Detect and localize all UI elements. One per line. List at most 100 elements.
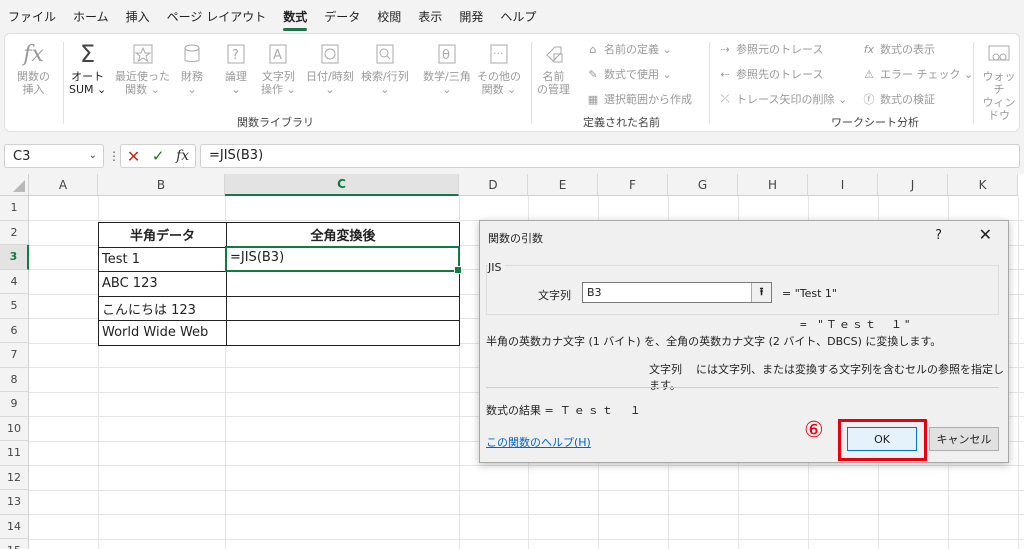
ellipsis-icon: ··· — [486, 40, 512, 68]
theta-icon: θ — [434, 40, 460, 68]
magnifier-icon — [372, 40, 398, 68]
autosum-button[interactable]: Σ オート SUM ⌄ — [69, 39, 106, 97]
text-a-icon: A — [265, 40, 291, 68]
data-table: 半角データ 全角変換後 Test 1 ABC 123 こんにちは 123 Wor… — [98, 222, 460, 346]
formula-input[interactable]: =JIS(B3) — [200, 144, 1020, 168]
function-description: 半角の英数カナ文字 (1 バイト) を、全角の英数カナ文字 (2 バイト、DBC… — [486, 335, 942, 348]
clock-icon — [317, 40, 343, 68]
star-icon — [130, 40, 156, 68]
function-help-link[interactable]: この関数のヘルプ(H) — [486, 434, 591, 450]
menu-view[interactable]: 表示 — [418, 8, 442, 25]
svg-text:?: ? — [232, 48, 239, 63]
argument-value: = "Test 1" — [782, 287, 837, 300]
question-icon: ? — [223, 40, 249, 68]
function-name: JIS — [488, 261, 506, 274]
cell-b4[interactable]: ABC 123 — [98, 271, 227, 297]
cell-c6[interactable] — [226, 320, 460, 346]
group-defined-names: 定義された名前 — [583, 116, 660, 129]
formula-result: 数式の結果 = Ｔｅｓｔ １ — [486, 404, 644, 417]
recent-functions-button[interactable]: 最近使った 関数 ⌄ — [115, 40, 170, 96]
formula-tag-icon: ✎ — [588, 67, 598, 81]
table-row: こんにちは 123 — [98, 295, 460, 321]
formula-controls: ✕ ✓ fx — [120, 144, 196, 168]
cell-b6[interactable]: World Wide Web — [98, 320, 227, 346]
menu-data[interactable]: データ — [324, 8, 360, 25]
financial-button[interactable]: 財務 ⌄ — [179, 40, 205, 96]
menu-developer[interactable]: 開発 — [459, 8, 483, 25]
lookup-button[interactable]: 検索/行列 ⌄ — [361, 40, 409, 96]
trace-dependents-button[interactable]: ⇠ 参照先のトレース — [717, 65, 823, 83]
table-row: ABC 123 — [98, 271, 460, 297]
cancel-icon[interactable]: ✕ — [127, 147, 140, 166]
active-cell-c3[interactable]: =JIS(B3) — [225, 246, 462, 274]
evaluate-icon: ⓕ — [863, 93, 875, 106]
argument-input[interactable]: B3 — [582, 282, 772, 303]
use-in-formula-button[interactable]: ✎ 数式で使用 ⌄ — [585, 65, 671, 83]
sigma-icon: Σ — [80, 39, 96, 68]
watch-window-button[interactable]: ウォッチ ウィンドウ — [979, 40, 1019, 122]
menu-page-layout[interactable]: ページ レイアウト — [167, 8, 267, 25]
menu-insert[interactable]: 挿入 — [126, 8, 150, 25]
function-result-preview: = "Ｔｅｓｔ １" — [800, 318, 913, 331]
text-functions-button[interactable]: A 文字列 操作 ⌄ — [261, 40, 296, 96]
remove-arrows-button[interactable]: ⤫ トレース矢印の削除 ⌄ — [717, 90, 848, 108]
glasses-icon — [986, 40, 1012, 68]
help-icon[interactable]: ? — [935, 228, 942, 243]
svg-text:···: ··· — [493, 47, 504, 60]
insert-function-button[interactable]: fx 関数の 挿入 — [17, 40, 50, 96]
warning-icon: ⚠ — [864, 67, 874, 81]
close-icon[interactable]: ✕ — [979, 225, 992, 244]
menu-file[interactable]: ファイル — [8, 8, 56, 25]
chevron-down-icon[interactable]: ⌄ — [89, 150, 97, 161]
name-box[interactable]: C3 ⌄ — [4, 144, 104, 168]
excel-window: ファイル ホーム 挿入 ページ レイアウト 数式 データ 校閲 表示 開発 ヘル… — [0, 0, 1024, 549]
menu-home[interactable]: ホーム — [73, 8, 109, 25]
create-from-selection-button[interactable]: ▦ 選択範囲から作成 — [585, 90, 692, 108]
function-arguments-dialog: 関数の引数 ? ✕ JIS 文字列 B3 ⭱ = "Test 1" = "Ｔｅｓ… — [479, 220, 1009, 463]
show-formulas-button[interactable]: fx 数式の表示 — [861, 40, 935, 58]
check-icon[interactable]: ✓ — [152, 147, 165, 165]
name-manager-button[interactable]: 名前 の管理 — [537, 40, 570, 96]
cancel-button[interactable]: キャンセル — [929, 427, 999, 451]
formula-bar-handle[interactable]: ⋮ — [108, 149, 120, 163]
cell-b3[interactable]: Test 1 — [98, 246, 227, 272]
error-checking-button[interactable]: ⚠ エラー チェック ⌄ — [861, 65, 973, 83]
header-zenkaku[interactable]: 全角変換後 — [226, 222, 460, 248]
evaluate-formula-button[interactable]: ⓕ 数式の検証 — [861, 90, 936, 108]
fx-icon: fx — [23, 41, 44, 67]
cell-c5[interactable] — [226, 295, 460, 321]
trace-precedents-icon: ⇢ — [720, 42, 730, 56]
dialog-title: 関数の引数 — [488, 232, 543, 245]
argument-description: 文字列 には文字列、または変換する文字列を含むセルの参照を指定します。 — [649, 363, 1004, 392]
database-icon — [179, 40, 205, 68]
insert-function-icon[interactable]: fx — [176, 148, 189, 164]
cell-c4[interactable] — [226, 271, 460, 297]
menu-help[interactable]: ヘルプ — [500, 8, 536, 25]
show-formulas-icon: fx — [863, 42, 875, 56]
divider — [486, 387, 999, 388]
menu-review[interactable]: 校閲 — [377, 8, 401, 25]
logical-button[interactable]: ? 論理 ⌄ — [223, 40, 249, 96]
header-hankaku[interactable]: 半角データ — [98, 222, 227, 248]
menu-bar: ファイル ホーム 挿入 ページ レイアウト 数式 データ 校閲 表示 開発 ヘル… — [0, 0, 1024, 32]
ribbon: fx 関数の 挿入 Σ オート SUM ⌄ 最近使った 関数 ⌄ 財務 ⌄ ? … — [4, 33, 1020, 132]
argument-label: 文字列 — [538, 289, 571, 302]
cell-b5[interactable]: こんにちは 123 — [98, 295, 227, 321]
collapse-dialog-icon[interactable]: ⭱ — [751, 283, 771, 302]
trace-precedents-button[interactable]: ⇢ 参照元のトレース — [717, 40, 823, 58]
more-functions-button[interactable]: ··· その他の 関数 ⌄ — [477, 40, 521, 96]
formula-bar: C3 ⌄ ⋮ ✕ ✓ fx =JIS(B3) — [0, 138, 1024, 174]
svg-text:A: A — [273, 48, 282, 63]
tag-icon: ⌂ — [589, 42, 597, 56]
menu-formulas[interactable]: 数式 — [283, 8, 308, 31]
define-name-button[interactable]: ⌂ 名前の定義 ⌄ — [585, 40, 672, 58]
table-header-row: 半角データ 全角変換後 — [98, 222, 460, 248]
remove-arrows-icon: ⤫ — [720, 92, 730, 105]
group-function-library: 関数ライブラリ — [237, 116, 314, 129]
math-trig-button[interactable]: θ 数学/三角 ⌄ — [423, 40, 471, 96]
grid-icon: ▦ — [587, 92, 599, 106]
table-row: World Wide Web — [98, 320, 460, 346]
group-formula-auditing: ワークシート分析 — [831, 116, 919, 129]
datetime-button[interactable]: 日付/時刻 ⌄ — [306, 40, 354, 96]
ok-highlight-box — [838, 419, 927, 461]
